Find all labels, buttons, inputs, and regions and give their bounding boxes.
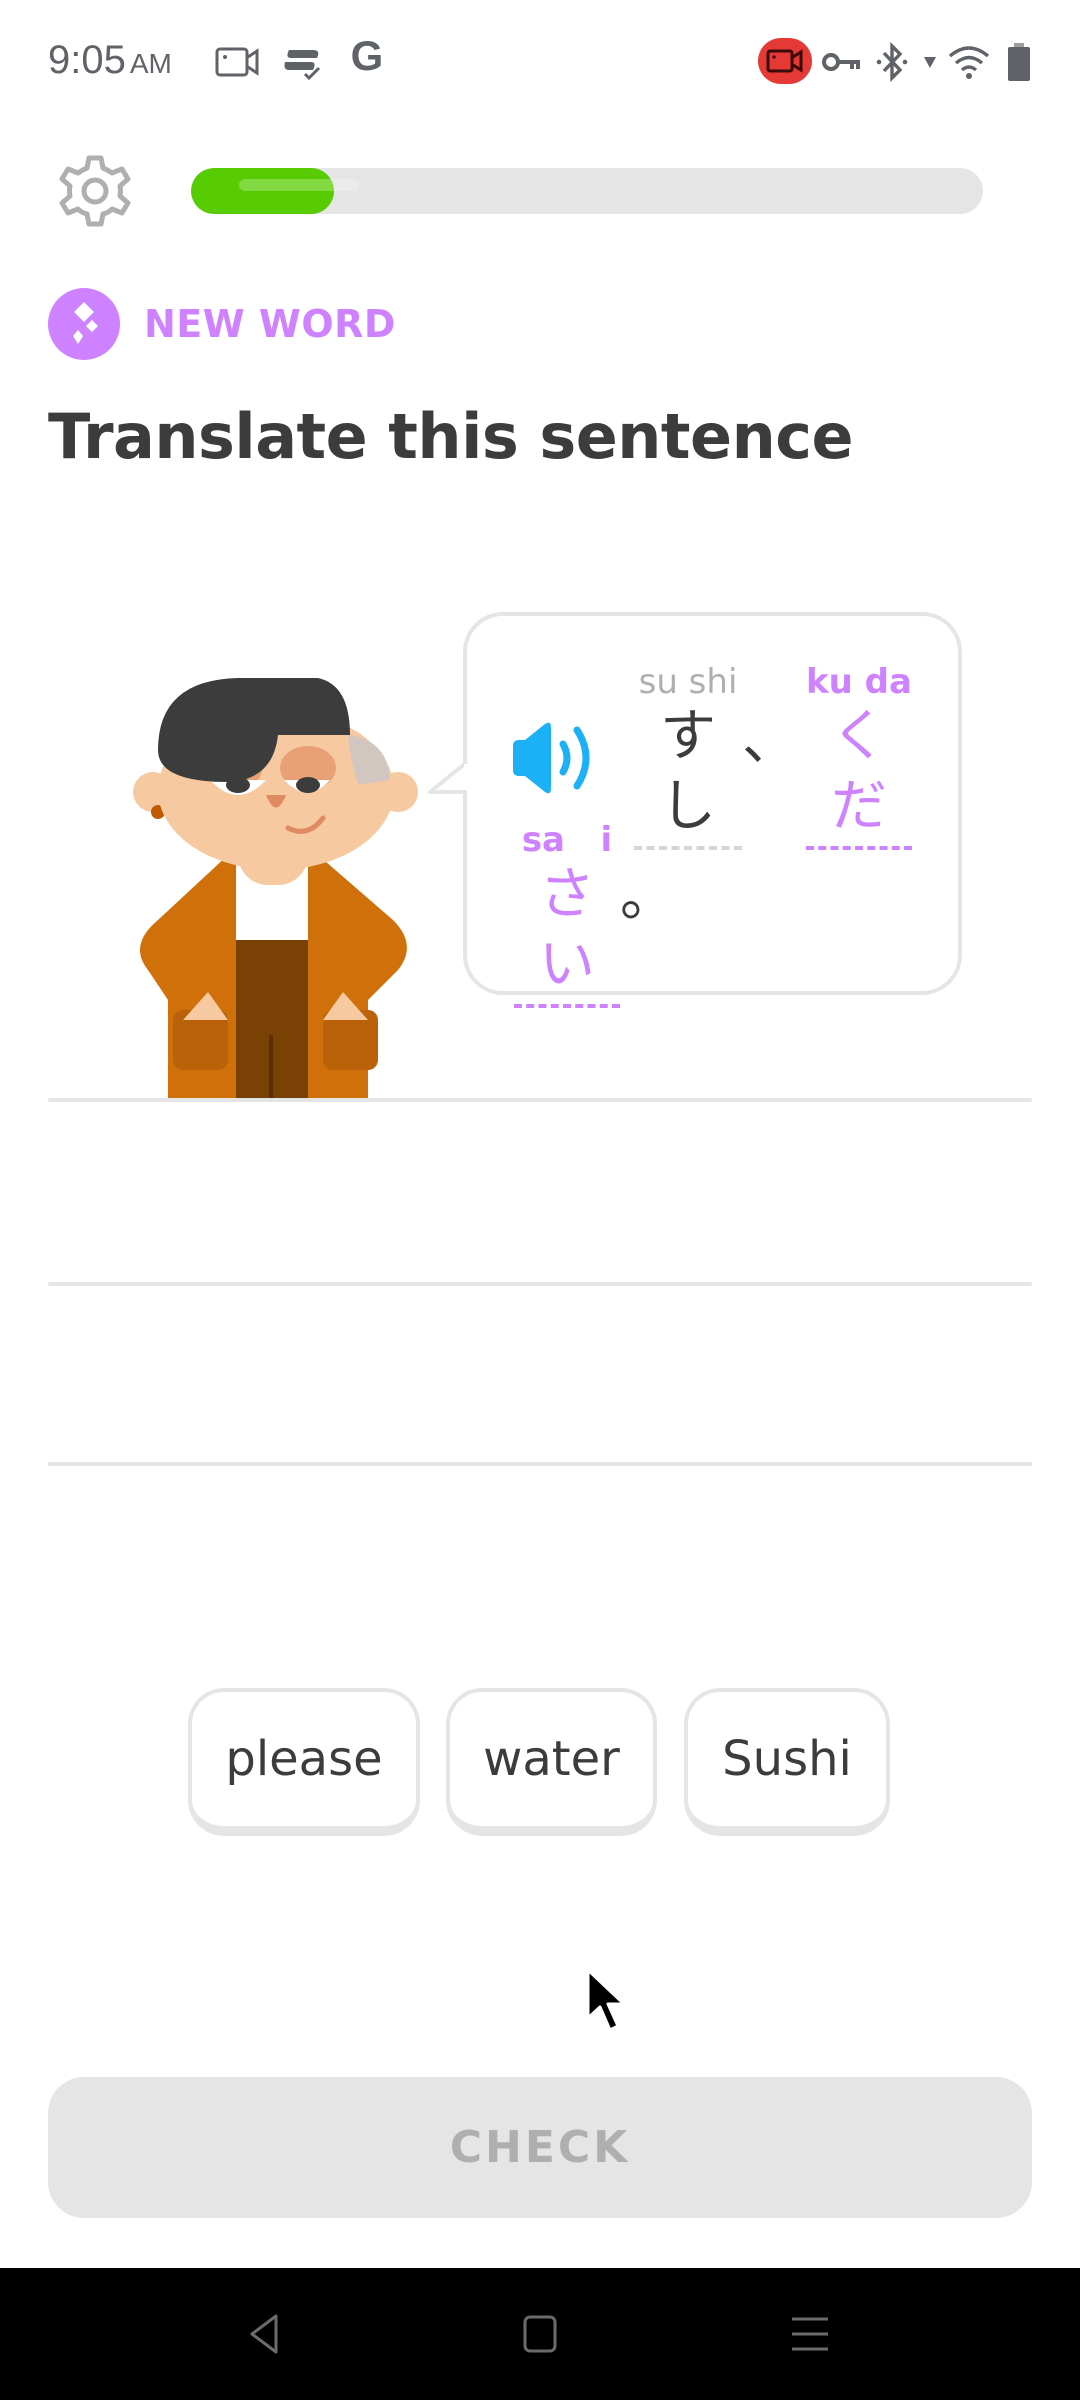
status-time: 9:05 AM [48, 38, 172, 83]
answer-area[interactable] [48, 1098, 1032, 1470]
bluetooth-icon [874, 40, 910, 84]
token-kana: くだ [806, 702, 912, 850]
time-text: 9:05 [48, 38, 126, 82]
system-nav-bar [0, 2268, 1080, 2400]
token-sushi[interactable]: su shi すし [634, 662, 742, 850]
token-romaji: su shi [638, 662, 738, 702]
speech-bubble-tail [428, 762, 468, 794]
recents-icon [792, 2317, 828, 2351]
lesson-progress-bar [191, 168, 983, 214]
challenge-title: Translate this sentence [48, 400, 854, 473]
settings-button[interactable] [52, 148, 138, 234]
comma-punctuation: 、 [742, 708, 798, 773]
ampm-text: AM [129, 48, 172, 79]
battery-icon [1006, 40, 1032, 84]
nav-home-button[interactable] [510, 2304, 570, 2364]
token-kana: さい [514, 860, 620, 1008]
period-punctuation: 。 [620, 864, 676, 929]
answer-line [48, 1462, 1032, 1466]
status-bar: 9:05 AM G [0, 0, 1080, 124]
new-word-sparkle-icon [48, 288, 120, 360]
duo-sync-icon [280, 40, 324, 84]
token-romaji: sa i [521, 820, 613, 860]
speaker-icon [513, 722, 590, 794]
answer-line [48, 1282, 1032, 1286]
home-icon [523, 2315, 557, 2353]
answer-line [48, 1098, 1032, 1102]
token-sai[interactable]: sa i さい [514, 820, 620, 1008]
word-chip-water[interactable]: water [446, 1688, 657, 1836]
word-chip-sushi[interactable]: Sushi [684, 1688, 890, 1836]
screen-record-icon [214, 40, 260, 84]
character-illustration [118, 640, 438, 1100]
google-icon: G [350, 32, 384, 79]
token-romaji: ku da [806, 662, 912, 702]
word-chip-please[interactable]: please [188, 1688, 420, 1836]
vpn-key-icon [822, 40, 862, 84]
signal-icon [922, 40, 938, 84]
badge-label: NEW WORD [144, 302, 396, 346]
wifi-icon [946, 40, 992, 84]
check-button[interactable]: CHECK [48, 2077, 1032, 2218]
token-kana: すし [634, 702, 742, 850]
progress-fill [191, 168, 359, 214]
back-icon [250, 2314, 278, 2354]
token-kuda[interactable]: ku da くだ [806, 662, 912, 850]
nav-back-button[interactable] [236, 2304, 296, 2364]
new-word-badge: NEW WORD [48, 288, 396, 360]
recording-active-icon [758, 38, 812, 84]
mouse-pointer-icon [586, 1968, 626, 2032]
play-audio-button[interactable] [505, 718, 605, 798]
nav-recents-button[interactable] [780, 2304, 840, 2364]
gear-icon [59, 155, 131, 227]
